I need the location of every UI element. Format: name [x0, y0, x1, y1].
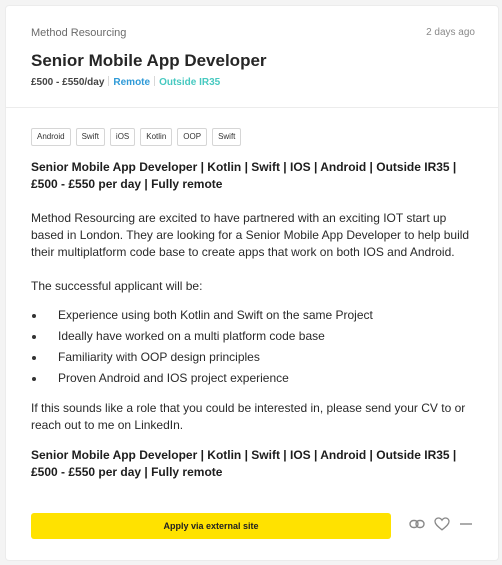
description-intro: Method Resourcing are excited to have pa… — [31, 211, 470, 259]
company-name[interactable]: Method Resourcing — [31, 27, 475, 39]
job-meta: £500 - £550/day Remote Outside IR35 — [31, 76, 220, 88]
job-card: Method Resourcing 2 days ago Senior Mobi… — [6, 6, 498, 560]
apply-button[interactable]: Apply via external site — [31, 513, 391, 539]
remote-badge: Remote — [113, 77, 151, 88]
requirements-list: Experience using both Kotlin and Swift o… — [31, 307, 479, 387]
skill-tags: Android Swift iOS Kotlin OOP Swift — [31, 128, 242, 146]
list-item: Ideally have worked on a multi platform … — [31, 328, 479, 345]
job-title[interactable]: Senior Mobile App Developer — [31, 51, 267, 71]
posted-date: 2 days ago — [426, 27, 475, 38]
applicant-intro: The successful applicant will be: — [31, 279, 203, 293]
call-to-action: If this sounds like a role that you coul… — [31, 401, 466, 432]
description-headline: Senior Mobile App Developer | Kotlin | S… — [31, 160, 457, 191]
rate-label: £500 - £550/day — [31, 77, 105, 88]
tag-ios[interactable]: iOS — [109, 128, 136, 146]
job-description: Senior Mobile App Developer | Kotlin | S… — [31, 159, 479, 481]
tag-oop[interactable]: OOP — [177, 128, 208, 146]
header-divider — [6, 107, 498, 108]
tag-kotlin[interactable]: Kotlin — [140, 128, 173, 146]
tag-swift[interactable]: Swift — [75, 128, 105, 146]
heart-icon[interactable] — [434, 517, 450, 531]
closing-headline: Senior Mobile App Developer | Kotlin | S… — [31, 448, 457, 479]
dismiss-icon[interactable] — [459, 518, 473, 530]
job-actions — [409, 517, 473, 531]
meta-divider — [154, 76, 156, 86]
list-item: Familiarity with OOP design principles — [31, 349, 479, 366]
link-icon[interactable] — [409, 518, 425, 530]
job-header: Method Resourcing 2 days ago Senior Mobi… — [31, 27, 475, 88]
tag-android[interactable]: Android — [31, 128, 71, 146]
list-item: Proven Android and IOS project experienc… — [31, 370, 479, 387]
list-item: Experience using both Kotlin and Swift o… — [31, 307, 479, 324]
tag-swift-2[interactable]: Swift — [212, 128, 242, 146]
meta-divider — [108, 76, 110, 86]
ir35-badge: Outside IR35 — [159, 77, 221, 88]
